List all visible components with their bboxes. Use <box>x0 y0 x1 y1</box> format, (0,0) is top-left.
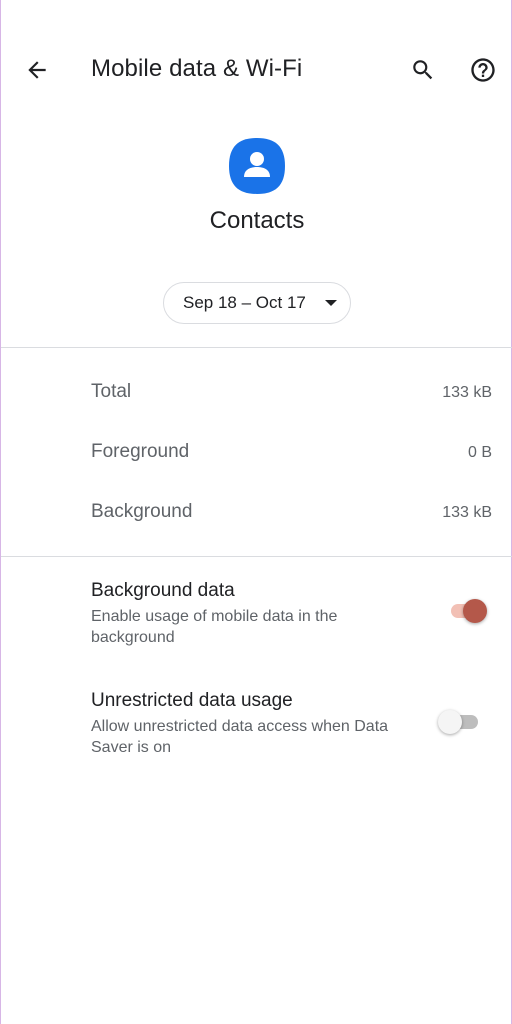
unrestricted-data-switch[interactable] <box>438 707 482 737</box>
page-title: Mobile data & Wi-Fi <box>91 55 303 82</box>
date-range-dropdown[interactable]: Sep 18 – Oct 17 <box>163 282 351 324</box>
switch-thumb <box>438 710 462 734</box>
toolbar: Mobile data & Wi-Fi <box>1 0 512 142</box>
app-name: Contacts <box>209 207 305 234</box>
help-button[interactable] <box>461 50 505 90</box>
usage-value: 0 B <box>467 444 492 461</box>
usage-label: Total <box>91 381 132 402</box>
divider <box>1 347 512 348</box>
pref-summary: Enable usage of mobile data in the backg… <box>91 608 338 646</box>
search-icon <box>413 60 433 80</box>
usage-value: 133 kB <box>442 384 492 401</box>
usage-label: Background <box>91 501 193 522</box>
background-data-switch[interactable] <box>445 596 489 626</box>
date-range-label: Sep 18 – Oct 17 <box>183 293 306 312</box>
usage-row-total: Total 133 kB <box>1 373 512 413</box>
pref-title: Unrestricted data usage <box>91 690 293 711</box>
switch-thumb <box>463 599 487 623</box>
pref-title: Background data <box>91 580 235 601</box>
usage-row-background: Background 133 kB <box>1 493 512 533</box>
back-button[interactable] <box>15 50 59 90</box>
usage-row-foreground: Foreground 0 B <box>1 433 512 473</box>
search-button[interactable] <box>401 50 445 90</box>
dropdown-arrow-icon <box>325 300 337 306</box>
app-data-usage-screen: Mobile data & Wi-Fi Contacts Sep 18 – Oc… <box>0 0 512 1024</box>
pref-summary: Allow unrestricted data access when Data… <box>91 718 389 756</box>
divider <box>1 556 512 557</box>
unrestricted-data-preference[interactable]: Unrestricted data usage Allow unrestrict… <box>1 690 512 770</box>
background-data-preference[interactable]: Background data Enable usage of mobile d… <box>1 580 512 660</box>
arrow-back-icon <box>28 61 46 79</box>
usage-value: 133 kB <box>442 504 492 521</box>
help-icon <box>471 58 495 82</box>
usage-label: Foreground <box>91 441 190 462</box>
contacts-icon <box>227 136 287 196</box>
